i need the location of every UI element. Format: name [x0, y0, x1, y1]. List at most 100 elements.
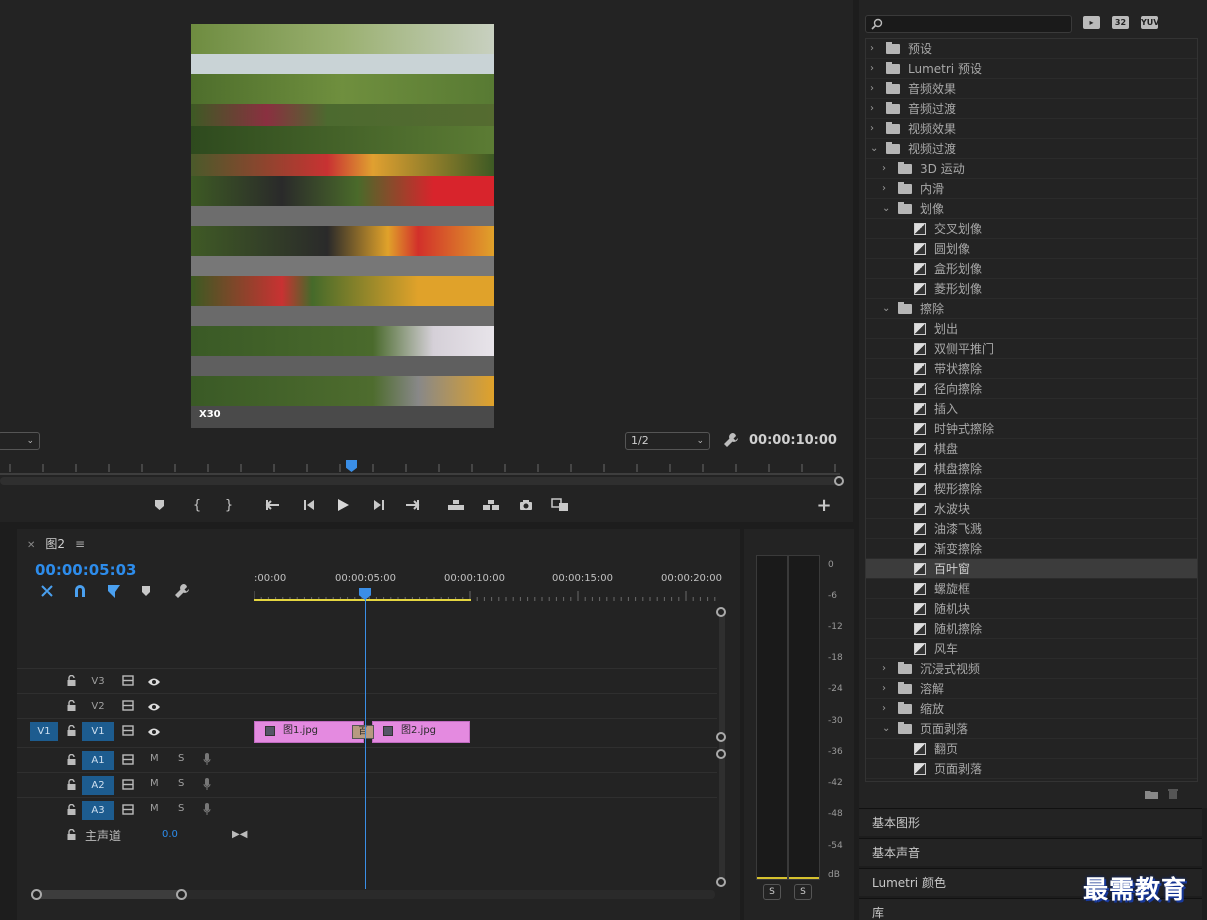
- lock-icon[interactable]: [67, 828, 76, 843]
- chevron-right-icon[interactable]: ›: [882, 679, 886, 699]
- effects-folder[interactable]: › 视频效果: [866, 119, 1197, 139]
- effects-item[interactable]: 翻页: [866, 739, 1197, 759]
- zoom-select[interactable]: ⌄: [0, 432, 40, 450]
- scroll-handle[interactable]: [31, 889, 42, 900]
- compare-view-button[interactable]: [549, 492, 571, 518]
- lock-icon[interactable]: [67, 724, 76, 739]
- effects-item[interactable]: 页面剥落: [866, 759, 1197, 779]
- add-marker-icon[interactable]: [141, 585, 151, 600]
- work-area-bar[interactable]: [254, 599, 471, 601]
- effects-folder[interactable]: › 沉浸式视频: [866, 659, 1197, 679]
- mute-button[interactable]: M: [150, 778, 159, 789]
- new-bin-icon[interactable]: [1144, 788, 1180, 803]
- scroll-handle[interactable]: [716, 607, 726, 617]
- scroll-handle[interactable]: [176, 889, 187, 900]
- scroll-handle[interactable]: [834, 476, 844, 486]
- chevron-down-icon[interactable]: ⌄: [882, 299, 890, 319]
- effects-item[interactable]: 盒形划像: [866, 259, 1197, 279]
- sync-lock-icon[interactable]: [122, 779, 134, 793]
- track-name[interactable]: A3: [82, 801, 114, 820]
- extract-button[interactable]: [480, 492, 502, 518]
- step-back-button[interactable]: [298, 492, 320, 518]
- effects-item[interactable]: 圆划像: [866, 239, 1197, 259]
- effects-folder[interactable]: ⌄ 页面剥落: [866, 719, 1197, 739]
- effects-item[interactable]: 菱形划像: [866, 279, 1197, 299]
- effects-item[interactable]: 棋盘: [866, 439, 1197, 459]
- scroll-handle[interactable]: [716, 732, 726, 742]
- 32bit-effects-button[interactable]: 32: [1112, 16, 1129, 29]
- chevron-right-icon[interactable]: ›: [870, 99, 874, 119]
- solo-button[interactable]: S: [178, 778, 184, 789]
- track-name[interactable]: A2: [82, 776, 114, 795]
- chevron-right-icon[interactable]: ›: [870, 59, 874, 79]
- clip-image-2[interactable]: 图2.jpg: [372, 721, 470, 743]
- effects-folder[interactable]: ⌄ 擦除: [866, 299, 1197, 319]
- microphone-icon[interactable]: [203, 752, 211, 769]
- effects-folder[interactable]: › 预设: [866, 39, 1197, 59]
- sequence-tab[interactable]: ✕ 图2 ≡: [27, 535, 85, 552]
- solo-left-button[interactable]: S: [763, 884, 781, 900]
- yuv-effects-button[interactable]: YUV: [1141, 16, 1159, 29]
- effects-search-input[interactable]: [865, 15, 1072, 33]
- track-name[interactable]: V1: [82, 722, 114, 741]
- chevron-down-icon[interactable]: ⌄: [870, 139, 878, 159]
- timeline-playhead[interactable]: [365, 599, 366, 889]
- effects-folder[interactable]: › 音频过渡: [866, 99, 1197, 119]
- effects-item[interactable]: 插入: [866, 399, 1197, 419]
- wrench-icon[interactable]: [174, 583, 190, 602]
- effects-item[interactable]: 风车: [866, 639, 1197, 659]
- solo-button[interactable]: S: [178, 753, 184, 764]
- master-volume[interactable]: 0.0: [162, 829, 178, 840]
- effects-item[interactable]: 水波块: [866, 499, 1197, 519]
- effects-item[interactable]: 螺旋框: [866, 579, 1197, 599]
- chevron-right-icon[interactable]: ›: [882, 699, 886, 719]
- lock-icon[interactable]: [67, 803, 76, 818]
- chevron-right-icon[interactable]: ›: [870, 39, 874, 59]
- step-forward-button[interactable]: [368, 492, 390, 518]
- chevron-right-icon[interactable]: ›: [882, 159, 886, 179]
- effects-folder[interactable]: › Lumetri 预设: [866, 59, 1197, 79]
- effects-folder[interactable]: › 内滑: [866, 179, 1197, 199]
- scroll-handle[interactable]: [716, 749, 726, 759]
- panel-menu-icon[interactable]: ≡: [75, 537, 85, 551]
- solo-right-button[interactable]: S: [794, 884, 812, 900]
- snap-magnet-icon[interactable]: [72, 583, 88, 602]
- chevron-right-icon[interactable]: ›: [882, 179, 886, 199]
- mark-out-button[interactable]: }: [218, 492, 240, 518]
- eye-icon[interactable]: [147, 726, 161, 740]
- source-patch-v1[interactable]: V1: [30, 722, 58, 741]
- mute-button[interactable]: M: [150, 803, 159, 814]
- effects-folder[interactable]: › 溶解: [866, 679, 1197, 699]
- track-name[interactable]: V3: [82, 672, 114, 691]
- effects-item[interactable]: 百叶窗: [866, 559, 1197, 579]
- effects-folder[interactable]: › 缩放: [866, 699, 1197, 719]
- effects-item[interactable]: 带状擦除: [866, 359, 1197, 379]
- zoom-bar[interactable]: [31, 890, 181, 899]
- chevron-right-icon[interactable]: ›: [882, 659, 886, 679]
- effects-item[interactable]: 径向擦除: [866, 379, 1197, 399]
- monitor-ruler[interactable]: [0, 458, 840, 476]
- sequence-timecode[interactable]: 00:00:05:03: [35, 561, 137, 579]
- sync-lock-icon[interactable]: [122, 700, 134, 714]
- solo-button[interactable]: S: [178, 803, 184, 814]
- effects-folder[interactable]: ⌄ 划像: [866, 199, 1197, 219]
- effects-folder[interactable]: ⌄ 视频过渡: [866, 139, 1197, 159]
- bowtie-icon[interactable]: ▶◀: [232, 829, 247, 840]
- lock-icon[interactable]: [67, 674, 76, 689]
- microphone-icon[interactable]: [203, 777, 211, 794]
- chevron-down-icon[interactable]: ⌄: [882, 719, 890, 739]
- eye-icon[interactable]: [147, 701, 161, 715]
- effects-item[interactable]: 渐变擦除: [866, 539, 1197, 559]
- effects-item[interactable]: 随机块: [866, 599, 1197, 619]
- accelerated-effects-icon[interactable]: ▸: [1083, 16, 1100, 29]
- add-marker-button[interactable]: [148, 492, 170, 518]
- transition-clip[interactable]: 百: [352, 725, 374, 739]
- effects-item[interactable]: 时钟式擦除: [866, 419, 1197, 439]
- microphone-icon[interactable]: [203, 802, 211, 819]
- lock-icon[interactable]: [67, 778, 76, 793]
- chevron-right-icon[interactable]: ›: [870, 79, 874, 99]
- essential-graphics-panel[interactable]: 基本图形: [859, 808, 1202, 836]
- mute-button[interactable]: M: [150, 753, 159, 764]
- sync-lock-icon[interactable]: [122, 754, 134, 768]
- effects-item[interactable]: 棋盘擦除: [866, 459, 1197, 479]
